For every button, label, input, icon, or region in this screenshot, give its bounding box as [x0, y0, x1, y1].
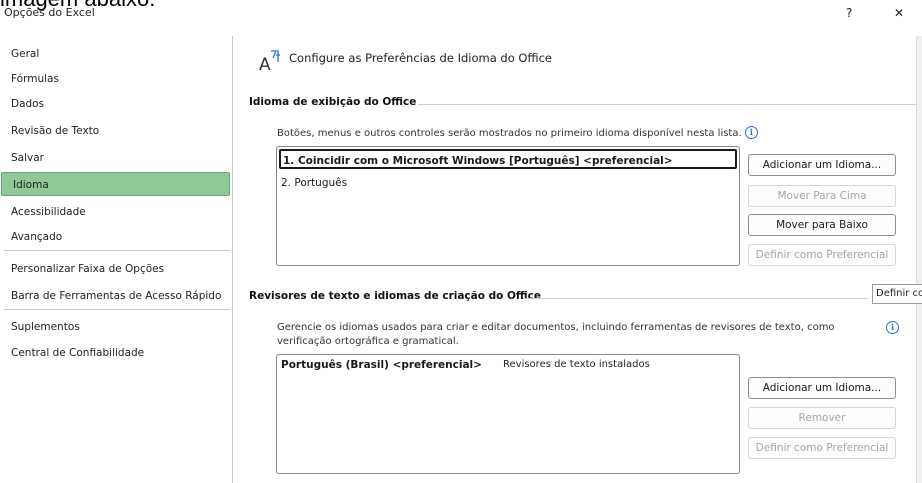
options-sidebar: Geral Fórmulas Dados Revisão de Texto Sa…	[0, 36, 233, 483]
set-preferred-display-button[interactable]: Definir como Preferencial	[748, 244, 896, 266]
section-divider	[523, 298, 868, 299]
move-down-button[interactable]: Mover para Baixo	[748, 214, 896, 236]
proofing-description: Gerencie os idiomas usados para criar e …	[277, 322, 835, 347]
list-item-display-language[interactable]: 1. Coincidir com o Microsoft Windows [Po…	[279, 149, 737, 169]
tooltip: Definir como Preferencial	[872, 284, 922, 304]
scrollbar[interactable]	[916, 36, 922, 483]
display-language-description-text: Botões, menus e outros controles serão m…	[277, 128, 742, 139]
language-icon: A	[259, 50, 280, 72]
move-up-button[interactable]: Mover Para Cima	[748, 185, 896, 207]
sidebar-item-personalizar-faixa[interactable]: Personalizar Faixa de Opções	[0, 257, 231, 281]
list-item-proofing-language[interactable]: Português (Brasil) <preferencial> Reviso…	[281, 359, 650, 371]
sidebar-item-salvar[interactable]: Salvar	[0, 146, 231, 170]
info-icon[interactable]: i	[744, 126, 758, 139]
sidebar-item-confiabilidade[interactable]: Central de Confiabilidade	[0, 341, 231, 365]
sidebar-item-dados[interactable]: Dados	[0, 92, 231, 116]
add-display-language-button[interactable]: Adicionar um Idioma...	[748, 154, 896, 176]
section-divider	[418, 104, 918, 105]
proofing-language-name: Português (Brasil) <preferencial>	[281, 359, 482, 371]
display-language-title: Idioma de exibição do Office	[249, 96, 417, 108]
info-icon[interactable]: i	[886, 321, 899, 334]
help-button[interactable]: ?	[846, 6, 852, 20]
svg-text:A: A	[259, 55, 271, 72]
sidebar-item-acessibilidade[interactable]: Acessibilidade	[0, 200, 231, 224]
sidebar-item-idioma[interactable]: Idioma	[1, 172, 230, 196]
remove-button[interactable]: Remover	[748, 407, 896, 429]
sidebar-item-geral[interactable]: Geral	[0, 42, 231, 66]
sidebar-item-suplementos[interactable]: Suplementos	[0, 315, 231, 339]
display-language-list[interactable]: 1. Coincidir com o Microsoft Windows [Po…	[276, 146, 740, 266]
proofing-status: Revisores de texto instalados	[503, 359, 650, 370]
sidebar-item-avancado[interactable]: Avançado	[0, 225, 231, 249]
page-title: Configure as Preferências de Idioma do O…	[289, 51, 552, 65]
sidebar-divider	[4, 309, 230, 310]
set-preferred-proofing-button[interactable]: Definir como Preferencial	[748, 437, 896, 459]
sidebar-item-formulas[interactable]: Fórmulas	[0, 67, 231, 91]
list-item-display-language[interactable]: 2. Português	[279, 173, 737, 193]
window-title: Opções do Excel	[4, 6, 95, 19]
sidebar-divider	[4, 250, 230, 251]
display-language-description: Botões, menus e outros controles serão m…	[277, 126, 758, 141]
add-proofing-language-button[interactable]: Adicionar um Idioma...	[748, 377, 896, 399]
close-button[interactable]: ✕	[894, 6, 904, 20]
proofing-language-title: Revisores de texto e idiomas de criação …	[249, 290, 541, 302]
sidebar-item-acesso-rapido[interactable]: Barra de Ferramentas de Acesso Rápido	[0, 284, 231, 308]
sidebar-item-revisao[interactable]: Revisão de Texto	[0, 119, 231, 143]
proofing-language-list[interactable]: Português (Brasil) <preferencial> Reviso…	[276, 354, 740, 474]
language-options-panel: A Configure as Preferências de Idioma do…	[233, 36, 922, 483]
